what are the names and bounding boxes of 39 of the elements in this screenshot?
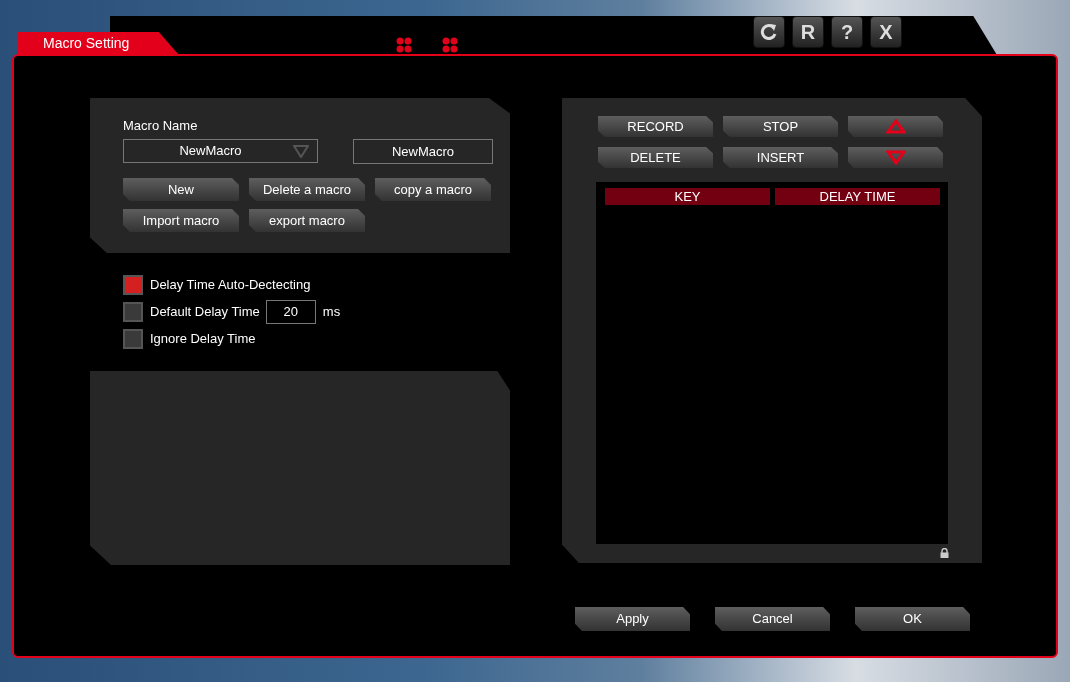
column-header: KEY bbox=[605, 188, 770, 205]
recorder-button[interactable]: RECORD bbox=[598, 116, 713, 137]
checkbox[interactable] bbox=[123, 275, 143, 295]
move-down-button[interactable] bbox=[848, 147, 943, 168]
macro-action-button[interactable]: copy a macro bbox=[375, 178, 491, 201]
lock-icon bbox=[940, 548, 949, 558]
macro-dropdown[interactable]: NewMacro bbox=[123, 139, 318, 163]
option-label: Delay Time Auto-Dectecting bbox=[150, 276, 311, 295]
refresh-icon bbox=[760, 23, 778, 41]
option-label: Default Delay Time bbox=[150, 303, 260, 322]
down-triangle-icon bbox=[885, 150, 906, 165]
macro-action-button[interactable]: export macro bbox=[249, 209, 365, 232]
macro-name-label: Macro Name bbox=[123, 117, 199, 134]
checkbox[interactable] bbox=[123, 329, 143, 349]
macro-action-button[interactable]: Delete a macro bbox=[249, 178, 365, 201]
refresh-button[interactable] bbox=[753, 16, 785, 48]
up-triangle-icon bbox=[885, 119, 906, 134]
dots-icon bbox=[442, 37, 458, 53]
recorder-button[interactable]: DELETE bbox=[598, 147, 713, 168]
column-header: DELAY TIME bbox=[775, 188, 940, 205]
window-title: Macro Setting bbox=[18, 32, 178, 54]
move-up-button[interactable] bbox=[848, 116, 943, 137]
window-control-button[interactable]: ? bbox=[831, 16, 863, 48]
macro-name-field[interactable]: NewMacro bbox=[353, 139, 493, 164]
recorder-button[interactable]: INSERT bbox=[723, 147, 838, 168]
dropdown-arrow-icon bbox=[293, 145, 309, 158]
option-label: Ignore Delay Time bbox=[150, 330, 256, 349]
dots-icon bbox=[396, 37, 412, 53]
delay-field[interactable]: 20 bbox=[265, 300, 316, 324]
window-control-button[interactable]: X bbox=[870, 16, 902, 48]
dialog-button[interactable]: Cancel bbox=[715, 607, 830, 631]
macro-action-button[interactable]: New bbox=[123, 178, 239, 201]
dialog-button[interactable]: Apply bbox=[575, 607, 690, 631]
recorder-button[interactable]: STOP bbox=[723, 116, 838, 137]
unit-label: ms bbox=[322, 303, 341, 322]
dialog-button[interactable]: OK bbox=[855, 607, 970, 631]
window-control-button[interactable]: R bbox=[792, 16, 824, 48]
checkbox[interactable] bbox=[123, 302, 143, 322]
macro-action-button[interactable]: Import macro bbox=[123, 209, 239, 232]
